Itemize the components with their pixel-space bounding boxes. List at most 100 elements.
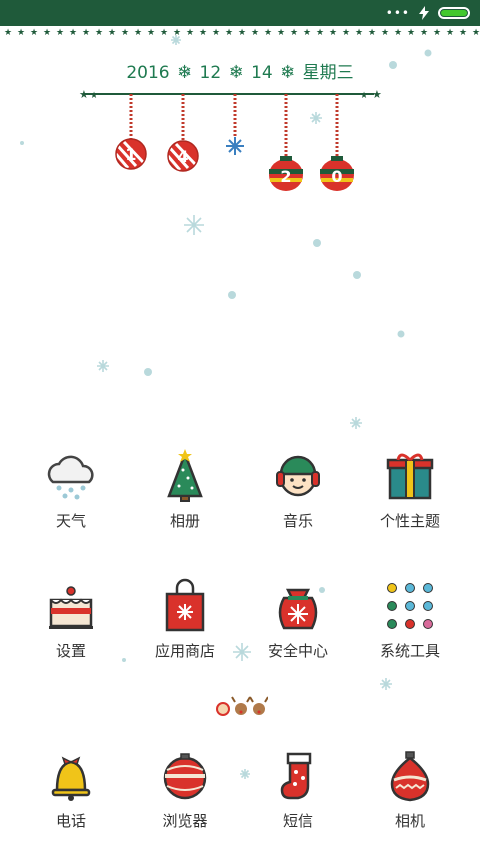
globe-ornament-icon xyxy=(163,753,207,800)
shopping-bag-icon xyxy=(165,578,205,632)
star-border-decoration: ★ ★ ★ ★ ★ ★ ★ ★ ★ ★ ★ ★ ★ ★ ★ ★ ★ ★ ★ ★ ★ ★ ★ ★ ★ ★ ★ ★ ★ ★ ★ ★ ★ ★ ★ ★ ★ xyxy=(4,28,480,36)
app-camera[interactable]: 相机 xyxy=(355,748,465,848)
date-widget[interactable]: 2016 ❄ 12 ❄ 14 ❄ 星期三 xyxy=(0,58,480,83)
app-security[interactable]: 安全中心 xyxy=(243,578,353,678)
app-store[interactable]: 应用商店 xyxy=(130,578,240,678)
date-weekday: 星期三 xyxy=(302,63,354,83)
app-label: 系统工具 xyxy=(379,642,440,660)
svg-text:★: ★ xyxy=(420,28,428,36)
app-label: 浏览器 xyxy=(162,812,208,830)
app-music[interactable]: 音乐 xyxy=(243,448,353,548)
date-month: 12 xyxy=(199,63,222,83)
svg-text:★: ★ xyxy=(355,28,363,36)
svg-text:★: ★ xyxy=(160,28,168,36)
svg-text:★: ★ xyxy=(472,28,480,36)
svg-text:★: ★ xyxy=(69,28,77,36)
svg-text:★: ★ xyxy=(329,28,337,36)
snowflake-separator-icon: ❄ xyxy=(280,62,296,83)
battery-level xyxy=(441,10,467,16)
app-label: 电话 xyxy=(55,812,86,830)
app-album[interactable]: 相册 xyxy=(130,448,240,548)
svg-text:★: ★ xyxy=(264,28,272,36)
snowflake-colon-icon xyxy=(226,137,244,155)
app-themes[interactable]: 个性主题 xyxy=(355,448,465,548)
svg-text:★: ★ xyxy=(459,28,467,36)
ornament-grid-icon xyxy=(387,583,433,629)
app-messages[interactable]: 短信 xyxy=(243,748,353,848)
date-day: 14 xyxy=(251,63,273,83)
svg-text:★: ★ xyxy=(95,28,103,36)
svg-text:★: ★ xyxy=(446,28,454,36)
bell-icon xyxy=(51,756,91,801)
svg-text:4: 4 xyxy=(177,147,188,166)
svg-text:★: ★ xyxy=(4,28,12,36)
svg-text:★: ★ xyxy=(316,28,324,36)
app-browser[interactable]: 浏览器 xyxy=(130,748,240,848)
ornament-digit: 1 xyxy=(114,138,147,170)
svg-text:★: ★ xyxy=(56,28,64,36)
more-dots-icon: ••• xyxy=(385,6,410,20)
svg-text:★: ★ xyxy=(372,88,382,101)
svg-text:★: ★ xyxy=(381,28,389,36)
snowflake-separator-icon: ❄ xyxy=(228,62,244,83)
app-phone[interactable]: 电话 xyxy=(16,748,126,848)
app-weather[interactable]: 天气 xyxy=(16,448,126,548)
svg-text:★: ★ xyxy=(82,28,90,36)
svg-text:★: ★ xyxy=(251,28,259,36)
app-label: 音乐 xyxy=(282,512,313,530)
svg-text:★: ★ xyxy=(30,28,38,36)
svg-text:★: ★ xyxy=(225,28,233,36)
svg-text:★: ★ xyxy=(290,28,298,36)
christmas-tree-icon xyxy=(167,449,203,502)
cake-icon xyxy=(49,586,93,629)
svg-text:1: 1 xyxy=(125,145,136,164)
ornament-digit: 0 xyxy=(320,156,354,191)
svg-text:★: ★ xyxy=(108,28,116,36)
svg-text:★: ★ xyxy=(147,28,155,36)
app-system-tools[interactable]: 系统工具 xyxy=(355,578,465,678)
charging-bolt-icon xyxy=(419,6,429,20)
svg-text:★: ★ xyxy=(433,28,441,36)
svg-text:★: ★ xyxy=(360,91,368,101)
gift-box-icon xyxy=(386,453,434,500)
svg-text:★: ★ xyxy=(212,28,220,36)
svg-text:★: ★ xyxy=(407,28,415,36)
app-label: 相机 xyxy=(394,812,425,830)
stocking-icon xyxy=(280,752,312,800)
app-label: 应用商店 xyxy=(154,642,215,660)
svg-text:★: ★ xyxy=(79,88,89,101)
svg-text:0: 0 xyxy=(331,167,342,186)
battery-icon xyxy=(438,7,470,19)
elf-headphones-icon xyxy=(276,455,320,497)
svg-text:2: 2 xyxy=(280,167,291,186)
app-label: 设置 xyxy=(55,642,86,660)
svg-text:★: ★ xyxy=(43,28,51,36)
svg-text:★: ★ xyxy=(394,28,402,36)
snowflake-separator-icon: ❄ xyxy=(177,62,193,83)
date-year: 2016 xyxy=(126,63,170,83)
svg-text:★: ★ xyxy=(277,28,285,36)
app-label: 个性主题 xyxy=(379,512,440,530)
app-label: 天气 xyxy=(55,512,86,530)
drop-ornament-icon xyxy=(390,751,430,802)
app-label: 相册 xyxy=(169,512,200,530)
svg-text:★: ★ xyxy=(173,28,181,36)
svg-text:★: ★ xyxy=(121,28,129,36)
status-bar: ••• xyxy=(0,0,480,26)
svg-text:★: ★ xyxy=(17,28,25,36)
ornament-digit: 2 xyxy=(269,156,303,191)
svg-text:★: ★ xyxy=(90,91,98,101)
ornament-digit: 4 xyxy=(166,140,199,172)
ornament-clock[interactable]: ★ ★ ★ ★ 1 4 2 0 xyxy=(76,86,382,198)
santa-sack-icon xyxy=(278,588,318,630)
svg-text:★: ★ xyxy=(342,28,350,36)
app-settings[interactable]: 设置 xyxy=(16,578,126,678)
svg-text:★: ★ xyxy=(199,28,207,36)
svg-text:★: ★ xyxy=(134,28,142,36)
svg-text:★: ★ xyxy=(303,28,311,36)
svg-text:★: ★ xyxy=(238,28,246,36)
app-label: 安全中心 xyxy=(267,642,328,660)
weather-cloud-icon xyxy=(47,455,94,500)
app-label: 短信 xyxy=(282,812,313,830)
page-indicator-reindeer-icon[interactable] xyxy=(214,696,268,718)
